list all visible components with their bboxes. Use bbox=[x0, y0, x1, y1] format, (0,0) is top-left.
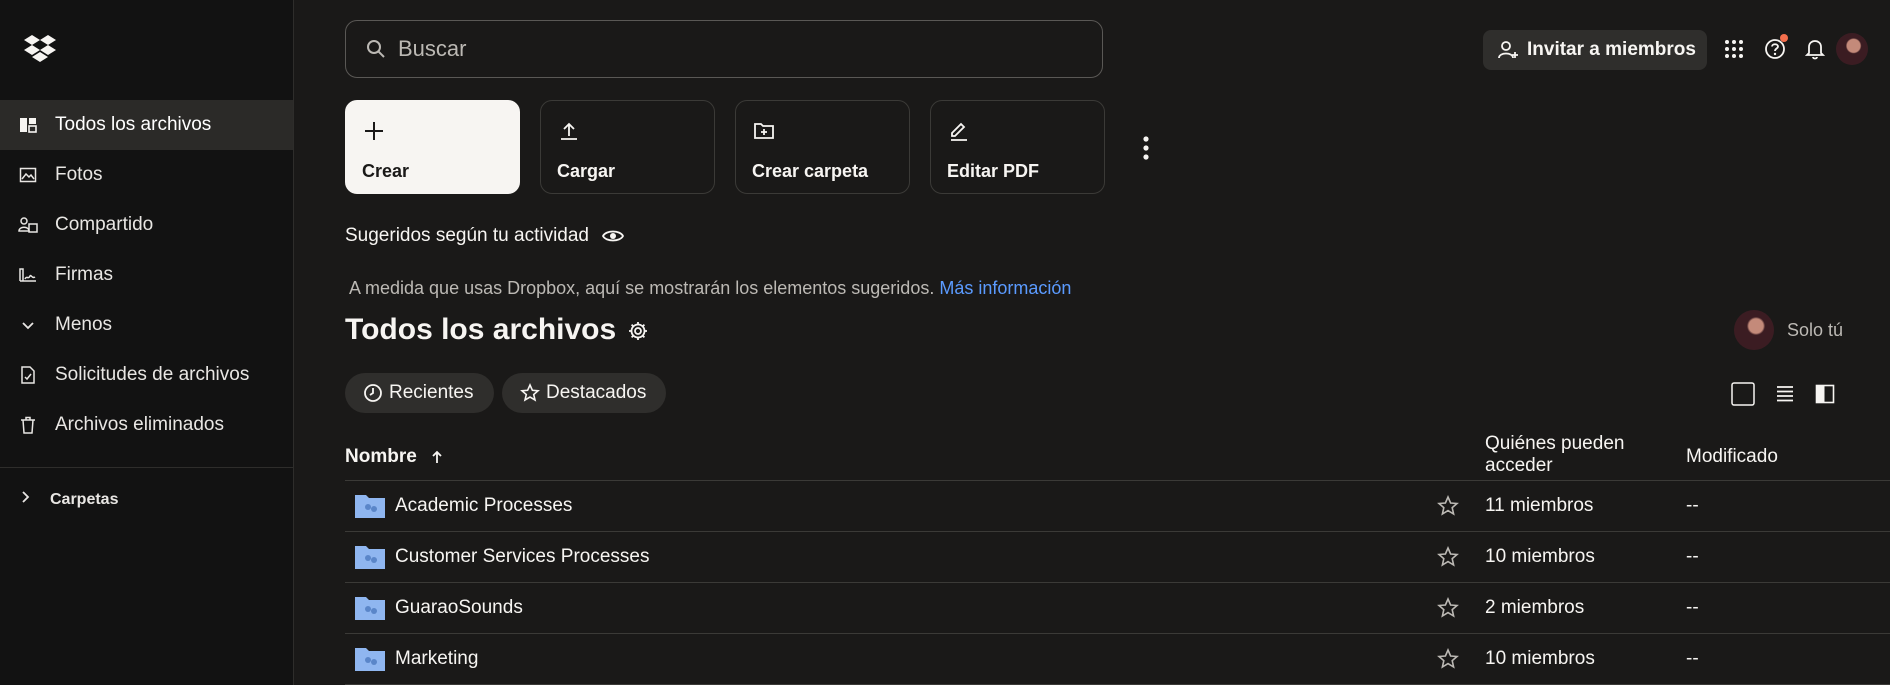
invite-members-label: Invitar a miembros bbox=[1527, 39, 1696, 60]
shared-folder-icon bbox=[355, 648, 385, 671]
table-row[interactable]: Marketing 10 miembros -- bbox=[345, 634, 1890, 685]
pencil-icon bbox=[947, 119, 971, 143]
sidebar-item-menos[interactable]: Menos bbox=[0, 300, 293, 350]
chip-destacados[interactable]: Destacados bbox=[502, 373, 667, 413]
column-header-access: Quiénes pueden acceder bbox=[1485, 433, 1625, 476]
chip-label: Recientes bbox=[389, 382, 474, 403]
edit-pdf-label: Editar PDF bbox=[947, 161, 1040, 181]
photo-icon bbox=[18, 165, 38, 185]
shared-folder-icon bbox=[355, 597, 385, 620]
sidebar-item-label: Archivos eliminados bbox=[55, 414, 224, 435]
chevron-down-icon bbox=[18, 315, 38, 335]
file-name[interactable]: Marketing bbox=[395, 648, 478, 670]
upload-button[interactable]: Cargar bbox=[540, 100, 715, 194]
modified-date: -- bbox=[1686, 597, 1699, 618]
notification-dot bbox=[1780, 34, 1788, 42]
more-options-icon[interactable] bbox=[1137, 135, 1155, 163]
list-view-icon[interactable] bbox=[1773, 382, 1797, 406]
suggested-description: A medida que usas Dropbox, aquí se mostr… bbox=[349, 278, 1071, 299]
sidebar-divider bbox=[0, 467, 293, 468]
search-input[interactable] bbox=[396, 35, 1080, 63]
create-label: Crear bbox=[362, 161, 410, 181]
page-title: Todos los archivos bbox=[345, 313, 617, 346]
search-bar bbox=[345, 20, 1103, 78]
sidebar-item-label: Fotos bbox=[55, 164, 103, 185]
owner-label: Solo tú bbox=[1787, 320, 1844, 340]
star-icon bbox=[520, 383, 540, 403]
suggested-title-text: Sugeridos según tu actividad bbox=[345, 225, 589, 246]
file-name[interactable]: Customer Services Processes bbox=[395, 546, 649, 568]
table-row[interactable]: Customer Services Processes 10 miembros … bbox=[345, 532, 1890, 583]
table-row[interactable]: Academic Processes 11 miembros -- bbox=[345, 481, 1890, 532]
sidebar-item-solicitudes[interactable]: Solicitudes de archivos bbox=[0, 350, 293, 400]
apps-grid-icon[interactable] bbox=[1721, 36, 1747, 62]
sidebar-item-label: Menos bbox=[55, 314, 113, 335]
shared-folder-icon bbox=[355, 495, 385, 518]
sidebar-item-todos-los-archivos[interactable]: Todos los archivos bbox=[0, 100, 293, 150]
signature-icon bbox=[18, 265, 38, 285]
create-folder-button[interactable]: Crear carpeta bbox=[735, 100, 910, 194]
star-icon[interactable] bbox=[1437, 495, 1459, 517]
sidebar-item-compartido[interactable]: Compartido bbox=[0, 200, 293, 250]
suggested-description-text: A medida que usas Dropbox, aquí se mostr… bbox=[349, 278, 935, 298]
star-icon[interactable] bbox=[1437, 546, 1459, 568]
gear-icon[interactable] bbox=[627, 320, 649, 342]
folder-plus-icon bbox=[752, 119, 776, 143]
files-icon bbox=[18, 115, 38, 135]
clock-icon bbox=[363, 383, 383, 403]
upload-label: Cargar bbox=[557, 161, 616, 181]
suggested-section-title: Sugeridos según tu actividad bbox=[345, 224, 625, 248]
table-row[interactable]: GuaraoSounds 2 miembros -- bbox=[345, 583, 1890, 634]
invite-members-button[interactable]: Invitar a miembros bbox=[1483, 30, 1707, 70]
column-header-modified[interactable]: Modificado bbox=[1686, 446, 1778, 468]
modified-date: -- bbox=[1686, 495, 1699, 516]
plus-icon bbox=[362, 119, 386, 143]
chip-recientes[interactable]: Recientes bbox=[345, 373, 494, 413]
chip-label: Destacados bbox=[546, 382, 647, 403]
upload-icon bbox=[557, 119, 581, 143]
folders-toggle[interactable]: Carpetas bbox=[18, 490, 118, 509]
access-count[interactable]: 2 miembros bbox=[1485, 597, 1584, 619]
folders-label: Carpetas bbox=[50, 490, 119, 508]
sort-up-icon bbox=[429, 449, 445, 465]
sidebar-item-label: Solicitudes de archivos bbox=[55, 364, 250, 385]
chevron-right-icon bbox=[18, 490, 36, 509]
panel-toggle-icon[interactable] bbox=[1813, 382, 1837, 406]
owner-avatar bbox=[1734, 310, 1774, 350]
access-count[interactable]: 11 miembros bbox=[1485, 495, 1593, 517]
sidebar-item-label: Compartido bbox=[55, 214, 154, 235]
star-icon[interactable] bbox=[1437, 648, 1459, 670]
search-icon bbox=[366, 39, 386, 59]
access-count[interactable]: 10 miembros bbox=[1485, 648, 1595, 670]
user-avatar[interactable] bbox=[1836, 33, 1868, 65]
trash-icon bbox=[18, 415, 38, 435]
sidebar: Todos los archivos Fotos Compartido Firm… bbox=[0, 0, 294, 685]
access-count[interactable]: 10 miembros bbox=[1485, 546, 1595, 568]
create-folder-label: Crear carpeta bbox=[752, 161, 869, 181]
file-name[interactable]: GuaraoSounds bbox=[395, 597, 523, 619]
add-user-icon bbox=[1497, 39, 1519, 61]
more-info-link[interactable]: Más información bbox=[939, 278, 1071, 298]
eye-icon[interactable] bbox=[601, 224, 625, 248]
edit-pdf-button[interactable]: Editar PDF bbox=[930, 100, 1105, 194]
shared-folder-icon bbox=[355, 546, 385, 569]
sidebar-item-eliminados[interactable]: Archivos eliminados bbox=[0, 400, 293, 450]
sidebar-item-fotos[interactable]: Fotos bbox=[0, 150, 293, 200]
modified-date: -- bbox=[1686, 546, 1699, 567]
sidebar-item-label: Firmas bbox=[55, 264, 114, 285]
star-icon[interactable] bbox=[1437, 597, 1459, 619]
shared-icon bbox=[18, 215, 38, 235]
select-all-checkbox[interactable] bbox=[1731, 382, 1755, 406]
dropbox-logo[interactable] bbox=[24, 34, 56, 62]
sidebar-item-label: Todos los archivos bbox=[55, 114, 212, 135]
modified-date: -- bbox=[1686, 648, 1699, 669]
sidebar-item-firmas[interactable]: Firmas bbox=[0, 250, 293, 300]
file-name[interactable]: Academic Processes bbox=[395, 495, 572, 517]
column-header-name[interactable]: Nombre bbox=[345, 446, 445, 468]
bell-icon[interactable] bbox=[1802, 36, 1828, 62]
column-name-label: Nombre bbox=[345, 446, 417, 467]
file-request-icon bbox=[18, 365, 38, 385]
create-button[interactable]: Crear bbox=[345, 100, 520, 194]
